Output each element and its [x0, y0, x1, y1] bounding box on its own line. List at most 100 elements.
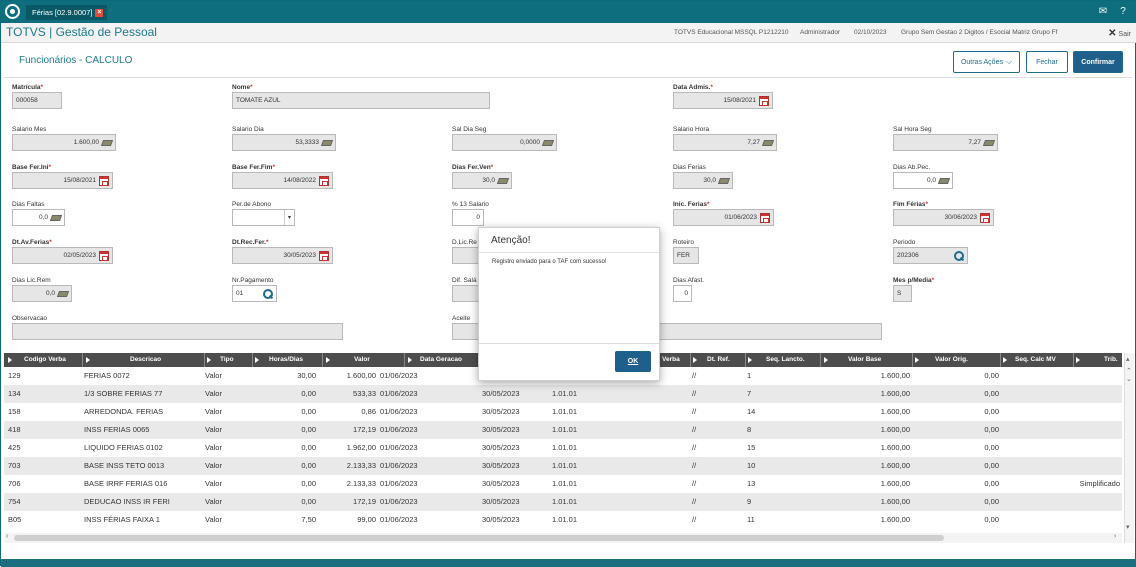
cell-valor-orig: 0,00: [984, 389, 999, 398]
data-admis-field[interactable]: 15/08/2021: [673, 92, 773, 109]
table-row[interactable]: 703 BASE INSS TETO 0013 Valor 0,00 2.133,33 0…: [4, 457, 1122, 475]
cell-valor-orig: 0,00: [984, 479, 999, 488]
col-valor-base[interactable]: Valor Base: [824, 353, 912, 367]
dt-av-ferias-field[interactable]: 02/05/2023: [12, 247, 113, 264]
dias-ferias-field[interactable]: 30,0: [673, 172, 733, 189]
base-fer-fim-field[interactable]: 14/08/2022: [232, 172, 333, 189]
money-icon[interactable]: [496, 177, 510, 184]
search-icon[interactable]: [954, 250, 964, 261]
sal-hora-seg-field[interactable]: 7,27: [893, 134, 998, 151]
col-seq-lancto[interactable]: Seq. Lancto.: [748, 353, 820, 367]
money-icon[interactable]: [937, 177, 951, 184]
dias-fer-ven-field[interactable]: 30,0: [452, 172, 512, 189]
money-icon[interactable]: [56, 290, 70, 297]
cell-data-pagto: 30/05/2023: [482, 443, 520, 452]
salario-mes-field[interactable]: 1.600,00: [12, 134, 116, 151]
col-tipo[interactable]: Tipo: [207, 353, 252, 367]
caret-down-icon[interactable]: ▾: [284, 210, 294, 225]
help-icon[interactable]: ?: [1116, 5, 1130, 19]
col-verba[interactable]: Verba: [658, 353, 688, 367]
col-valor-orig[interactable]: Valor Orig.: [915, 353, 1000, 367]
scroll-bottom-icon[interactable]: ⌄: [1126, 375, 1132, 383]
table-row[interactable]: 706 BASE IRRF FERIAS 016 Valor 0,00 2.133,33…: [4, 475, 1122, 493]
observacao-field[interactable]: [12, 323, 343, 340]
cell-trib: [1064, 439, 1120, 457]
dias-ab-pec-field[interactable]: 0,0: [893, 172, 953, 189]
calendar-icon[interactable]: [760, 212, 770, 223]
cell-valor-base: 1.600,00: [880, 371, 910, 380]
confirm-button[interactable]: Confirmar: [1073, 51, 1123, 73]
tab-ferias[interactable]: Férias [02.9.0007] ×: [26, 5, 108, 20]
money-icon[interactable]: [761, 139, 775, 146]
col-descricao[interactable]: Descricao: [86, 353, 204, 367]
scroll-left-icon[interactable]: ‹: [6, 533, 8, 540]
exit-button[interactable]: ✕ Sair: [1108, 28, 1131, 39]
money-icon[interactable]: [541, 139, 555, 146]
d-lic-re-field[interactable]: [452, 247, 480, 264]
calendar-icon[interactable]: [99, 175, 109, 186]
scroll-up-icon[interactable]: ▴: [1126, 355, 1130, 363]
col-valor[interactable]: Valor: [326, 353, 404, 367]
col-codigo-verba[interactable]: Codigo Verba: [8, 353, 82, 367]
table-row[interactable]: 418 INSS FERIAS 0065 Valor 0,00 172,19 01/06/…: [4, 421, 1122, 439]
money-icon[interactable]: [320, 139, 334, 146]
cell-seq-lancto: 14: [747, 407, 756, 416]
nome-label: Nome: [232, 84, 253, 91]
observacao-label: Observacao: [12, 315, 48, 322]
table-row[interactable]: 134 1/3 SOBRE FERIAS 77 Valor 0,00 533,33 01/…: [4, 385, 1122, 403]
sal-dia-seg-field[interactable]: 0,0000: [452, 134, 557, 151]
roteiro-field[interactable]: FER: [673, 247, 699, 264]
dt-rec-fer-field[interactable]: 30/05/2023: [232, 247, 333, 264]
ok-button[interactable]: OK: [615, 351, 651, 372]
per-abono-select[interactable]: ▾: [232, 209, 295, 226]
dias-faltas-field[interactable]: 0,0: [12, 209, 65, 226]
calendar-icon[interactable]: [980, 212, 990, 223]
user-label[interactable]: Administrador: [800, 29, 840, 36]
table-row[interactable]: 754 DEDUCAO INSS IR FERI Valor 0,00 172,19 01…: [4, 493, 1122, 511]
close-button[interactable]: Fechar: [1026, 51, 1068, 73]
search-icon[interactable]: [263, 288, 273, 299]
col-dt-ref[interactable]: Dt. Ref.: [693, 353, 745, 367]
mes-p-media-field[interactable]: S: [893, 285, 912, 302]
calendar-icon[interactable]: [319, 175, 329, 186]
inic-ferias-field[interactable]: 01/06/2023: [673, 209, 774, 226]
base-fer-ini-field[interactable]: 15/08/2021: [12, 172, 113, 189]
matricula-field[interactable]: 000058: [12, 92, 62, 109]
col-data-geracao[interactable]: Data Geracao: [408, 353, 478, 367]
scroll-thumb[interactable]: [14, 535, 944, 541]
sort-arrow-icon: [1003, 357, 1007, 363]
calendar-icon[interactable]: [319, 250, 329, 261]
salario-hora-field[interactable]: 7,27: [673, 134, 777, 151]
calendar-icon[interactable]: [99, 250, 109, 261]
scroll-down-icon[interactable]: ▾: [1126, 523, 1130, 531]
dias-afast-field[interactable]: 0: [673, 285, 692, 302]
table-row[interactable]: 425 LIQUIDO FERIAS 0102 Valor 0,00 1.962,00 0…: [4, 439, 1122, 457]
nome-field[interactable]: TOMATE AZUL: [232, 92, 490, 109]
mail-icon[interactable]: ✉: [1096, 5, 1110, 19]
col-seq-calc-mv[interactable]: Seq. Calc MV: [1003, 353, 1073, 367]
calendar-icon[interactable]: [759, 95, 769, 106]
pct-13-salario-field[interactable]: 0: [452, 209, 484, 226]
nr-pagamento-field[interactable]: 01: [232, 285, 277, 302]
money-icon[interactable]: [100, 139, 114, 146]
other-actions-button[interactable]: Outras Ações ⌵: [953, 51, 1020, 73]
fim-ferias-field[interactable]: 30/06/2023: [893, 209, 994, 226]
col-horas-dias[interactable]: Horas/Dias: [255, 353, 322, 367]
dif-sal-field[interactable]: [452, 285, 480, 302]
dias-lic-rem-field[interactable]: 0,0: [12, 285, 72, 302]
table-row[interactable]: 158 ARREDONDA. FERIAS Valor 0,00 0,86 01/06/2…: [4, 403, 1122, 421]
tab-close-icon[interactable]: ×: [95, 8, 104, 17]
money-icon[interactable]: [717, 177, 731, 184]
vertical-scrollbar[interactable]: ▴ ⌃ ⌄ ▾: [1124, 353, 1134, 543]
scroll-top-icon[interactable]: ⌃: [1126, 367, 1132, 375]
horizontal-scrollbar[interactable]: ‹ ›: [4, 533, 1122, 543]
salario-dia-field[interactable]: 53,3333: [232, 134, 336, 151]
money-icon[interactable]: [49, 214, 63, 221]
table-row[interactable]: B05 INSS FÉRIAS FAIXA 1 Valor 7,50 99,00 01/0…: [4, 511, 1122, 529]
col-trib[interactable]: Trib.: [1076, 353, 1122, 367]
scroll-right-icon[interactable]: ›: [1114, 533, 1116, 540]
periodo-field[interactable]: 202306: [893, 247, 968, 264]
money-icon[interactable]: [982, 139, 996, 146]
company-label[interactable]: Grupo Sem Gestao 2 Digitos / Esocial Mat…: [901, 29, 1057, 36]
roteiro-value: FER: [677, 252, 690, 259]
